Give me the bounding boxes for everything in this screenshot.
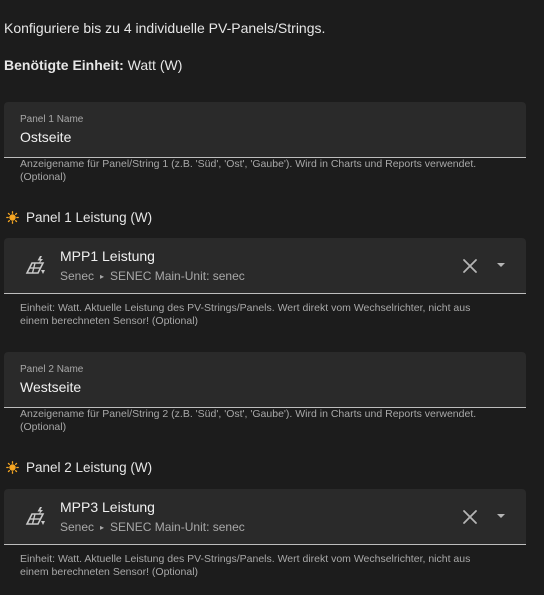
panel2-name-label: Panel 2 Name <box>20 364 84 375</box>
panel2-name-value[interactable]: Westseite <box>20 379 81 395</box>
solar-power-icon <box>25 256 45 274</box>
panel2-power-helper-line2: einem berechneten Sensor! (Optional) <box>20 566 199 578</box>
solar-power-icon <box>25 507 45 525</box>
unit-info: Benötigte Einheit: Watt (W) <box>4 57 182 73</box>
panel2-name-helper-line1: Anzeigename für Panel/String 2 (z.B. 'Sü… <box>20 408 477 420</box>
panel2-entity-name: MPP3 Leistung <box>60 499 155 515</box>
separator-icon: ▸ <box>100 522 105 532</box>
panel1-entity-device: Senec <box>60 269 95 283</box>
intro-text: Konfiguriere bis zu 4 individuelle PV-Pa… <box>4 20 326 36</box>
panel2-name-field[interactable]: Panel 2 Name Westseite <box>4 352 526 408</box>
panel1-name-helper-line1: Anzeigename für Panel/String 1 (z.B. 'Sü… <box>20 158 477 170</box>
panel1-name-field[interactable]: Panel 1 Name Ostseite <box>4 102 526 158</box>
panel1-name-helper-line2: (Optional) <box>20 171 67 183</box>
close-icon[interactable] <box>460 256 480 276</box>
panel2-power-helper: Einheit: Watt. Aktuelle Leistung des PV-… <box>20 553 520 579</box>
panel2-name-helper: Anzeigename für Panel/String 2 (z.B. 'Sü… <box>20 408 520 434</box>
panel1-entity-area: SENEC Main-Unit: senec <box>110 269 245 283</box>
caret-down-icon[interactable] <box>497 514 505 518</box>
panel2-entity-picker[interactable]: MPP3 Leistung Senec ▸ SENEC Main-Unit: s… <box>4 489 526 545</box>
sun-icon <box>6 211 19 224</box>
panel1-power-helper-line2: einem berechneten Sensor! (Optional) <box>20 315 199 327</box>
panel2-power-title: Panel 2 Leistung (W) <box>26 460 153 475</box>
panel2-entity-area: SENEC Main-Unit: senec <box>110 520 245 534</box>
panel2-power-heading: Panel 2 Leistung (W) <box>6 460 152 475</box>
caret-down-icon[interactable] <box>497 263 505 267</box>
sun-icon <box>6 461 19 474</box>
unit-value: Watt (W) <box>127 57 183 73</box>
panel1-name-helper: Anzeigename für Panel/String 1 (z.B. 'Sü… <box>20 158 520 184</box>
panel1-entity-context: Senec ▸ SENEC Main-Unit: senec <box>60 269 245 283</box>
panel2-entity-device: Senec <box>60 520 95 534</box>
panel1-name-label: Panel 1 Name <box>20 114 84 125</box>
panel1-entity-name: MPP1 Leistung <box>60 248 155 264</box>
panel1-power-helper-line1: Einheit: Watt. Aktuelle Leistung des PV-… <box>20 302 471 314</box>
panel1-power-title: Panel 1 Leistung (W) <box>26 210 153 225</box>
panel2-power-helper-line1: Einheit: Watt. Aktuelle Leistung des PV-… <box>20 553 471 565</box>
panel1-power-heading: Panel 1 Leistung (W) <box>6 210 152 225</box>
panel1-power-helper: Einheit: Watt. Aktuelle Leistung des PV-… <box>20 302 520 328</box>
panel2-entity-context: Senec ▸ SENEC Main-Unit: senec <box>60 520 245 534</box>
panel1-entity-picker[interactable]: MPP1 Leistung Senec ▸ SENEC Main-Unit: s… <box>4 238 526 294</box>
panel2-name-helper-line2: (Optional) <box>20 421 67 433</box>
close-icon[interactable] <box>460 507 480 527</box>
panel1-name-value[interactable]: Ostseite <box>20 129 71 145</box>
separator-icon: ▸ <box>100 271 105 281</box>
unit-label: Benötigte Einheit: <box>4 57 124 73</box>
